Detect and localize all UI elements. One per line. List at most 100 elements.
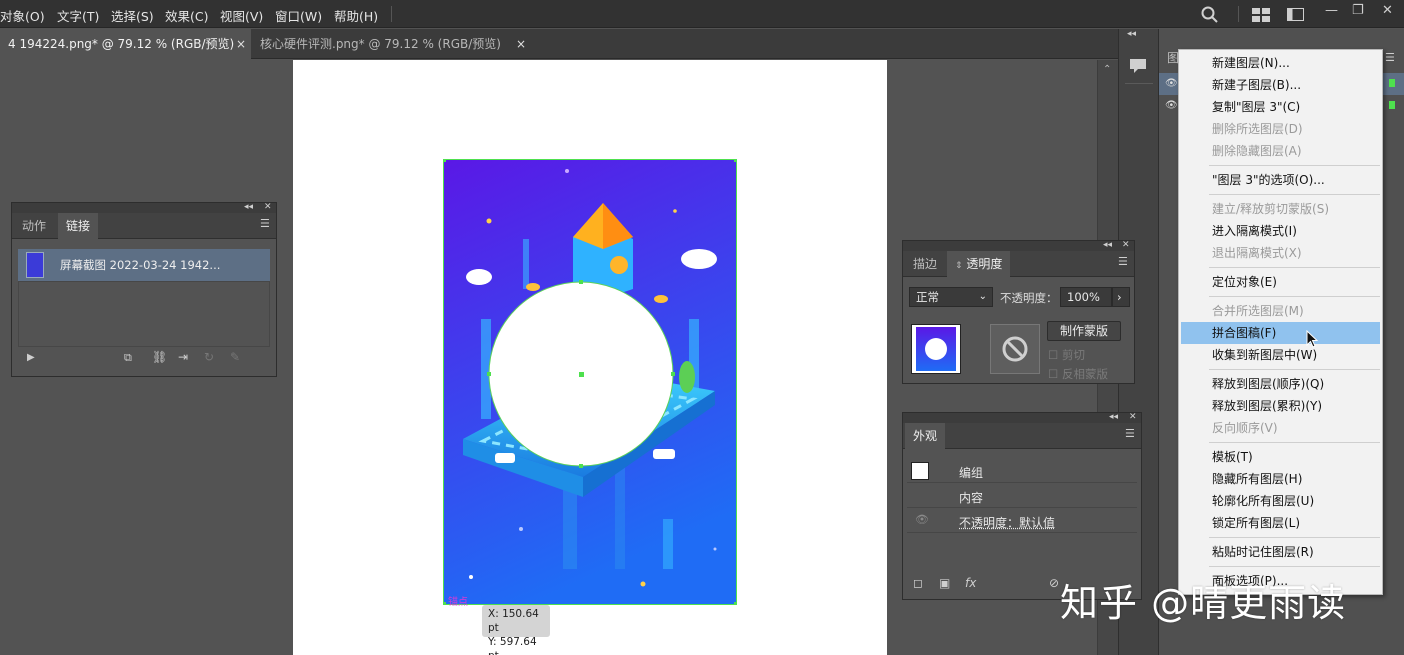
menu-separator (1209, 566, 1380, 567)
menu-item-lock-all-layers[interactable]: 锁定所有图层(L) (1179, 512, 1382, 534)
menu-item-template[interactable]: 模板(T) (1179, 446, 1382, 468)
no-mask-icon (1002, 336, 1028, 362)
tab-actions[interactable]: 动作 (14, 213, 54, 239)
link-item[interactable]: 屏幕截图 2022-03-24 1942... (18, 249, 270, 281)
menu-item-duplicate-layer[interactable]: 复制"图层 3"(C) (1179, 96, 1382, 118)
collapse-panel-icon[interactable]: ◂◂ (1103, 240, 1112, 250)
clip-checkbox: ☐ 剪切 (1048, 348, 1085, 362)
menu-item-enter-isolation[interactable]: 进入隔离模式(I) (1179, 220, 1382, 242)
opacity-arrow-icon[interactable]: › (1112, 287, 1130, 307)
workspace-icon[interactable] (1252, 8, 1270, 22)
menu-item-layer-options[interactable]: "图层 3"的选项(O)... (1179, 169, 1382, 191)
coordinate-tooltip: X: 150.64 pt Y: 597.64 pt (482, 605, 550, 655)
go-to-link-icon[interactable]: ⇥ (178, 350, 188, 364)
links-panel: ◂◂ ✕ 动作 链接 ☰ 屏幕截图 2022-03-24 1942... ▶ ⧉… (11, 202, 277, 377)
menu-item-merge-selected: 合并所选图层(M) (1212, 304, 1304, 318)
panel-menu-icon[interactable]: ☰ (1385, 51, 1395, 64)
clip-label: 剪切 (1061, 348, 1085, 362)
tab-stroke[interactable]: 描边 (905, 251, 945, 277)
blend-mode-select[interactable]: 正常 ⌄ (909, 287, 993, 307)
menu-item-release-build[interactable]: 释放到图层(累积)(Y) (1179, 395, 1382, 417)
menu-item-delete-hidden: 删除隐藏图层(A) (1212, 144, 1302, 158)
make-mask-button[interactable]: 制作蒙版 (1047, 321, 1121, 341)
appearance-row-label[interactable]: 不透明度：默认值 (959, 514, 1055, 531)
link-list-area (18, 281, 270, 347)
mouse-cursor-icon (1306, 330, 1318, 348)
scroll-up-icon[interactable]: ⌃ (1103, 64, 1111, 75)
close-panel-icon[interactable]: ✕ (1122, 240, 1130, 250)
menu-item-hide-all-layers[interactable]: 隐藏所有图层(H) (1179, 468, 1382, 490)
artwork-thumbnail[interactable] (911, 324, 961, 374)
appearance-row-group[interactable]: 编组 (907, 459, 1137, 483)
menu-effect[interactable]: 效果(C) (165, 6, 208, 25)
menu-separator (1209, 194, 1380, 195)
panel-header: ◂◂ ✕ (12, 202, 276, 213)
menu-item-paste-remembers-layers[interactable]: 粘贴时记住图层(R) (1179, 541, 1382, 563)
collapse-dock-icon[interactable]: ◂◂ (1127, 29, 1136, 39)
tab-links[interactable]: 链接 (58, 213, 99, 239)
show-details-icon[interactable]: ▶ (27, 352, 35, 363)
collapse-panel-icon[interactable]: ◂◂ (1109, 412, 1118, 422)
panel-menu-icon[interactable]: ☰ (1125, 428, 1135, 439)
selected-artwork[interactable] (443, 159, 737, 605)
appearance-row-opacity[interactable]: 👁 不透明度：默认值 (907, 509, 1137, 533)
tooltip-y: Y: 597.64 pt (488, 636, 537, 655)
menu-object[interactable]: 对象(O) (0, 6, 45, 25)
menu-divider (1238, 6, 1239, 22)
appearance-row-contents[interactable]: 内容 (907, 484, 1137, 508)
menu-item-collect-in-new-layer[interactable]: 收集到新图层中(W) (1179, 344, 1382, 366)
menu-separator (1209, 369, 1380, 370)
close-panel-icon[interactable]: ✕ (264, 202, 272, 212)
add-new-stroke-icon[interactable]: ◻ (913, 576, 923, 590)
panel-menu-icon[interactable]: ☰ (260, 218, 270, 229)
panel-header: ◂◂ ✕ (903, 412, 1141, 423)
menu-item-locate-object[interactable]: 定位对象(E) (1179, 271, 1382, 293)
panel-tabs: 外观 ☰ (903, 423, 1141, 449)
arrange-documents-icon[interactable] (1287, 8, 1305, 22)
search-icon[interactable] (1201, 6, 1218, 23)
menu-item-delete-selection: 删除所选图层(D) (1212, 122, 1303, 136)
close-icon[interactable]: ✕ (1382, 3, 1393, 18)
menu-view[interactable]: 视图(V) (220, 6, 263, 25)
menu-item-new-layer[interactable]: 新建图层(N)... (1179, 52, 1382, 74)
opacity-input[interactable]: 100% (1060, 287, 1112, 307)
visibility-eye-icon[interactable]: 👁 (1165, 100, 1178, 111)
menu-item-release-sequence[interactable]: 释放到图层(顺序)(Q) (1179, 373, 1382, 395)
appearance-row-label: 内容 (959, 491, 984, 505)
anchor-point-label: 锚点 (448, 597, 468, 608)
visibility-eye-icon[interactable]: 👁 (915, 513, 929, 526)
minimize-icon[interactable]: — (1325, 3, 1338, 18)
relink-from-cc-icon[interactable]: ⧉ (124, 351, 132, 365)
close-panel-icon[interactable]: ✕ (1129, 412, 1137, 422)
collapse-panel-icon[interactable]: ◂◂ (244, 202, 253, 212)
tab-document-2[interactable]: 核心硬件评测.png* @ 79.12 % (RGB/预览) × (252, 29, 532, 59)
tab-close-icon[interactable]: × (516, 29, 526, 59)
restore-icon[interactable]: ❐ (1352, 3, 1364, 18)
clear-appearance-icon[interactable]: ⊘ (1049, 576, 1059, 590)
dock-divider (1125, 83, 1153, 84)
menu-item-flatten-artwork[interactable]: 拼合图稿(F) (1181, 322, 1380, 344)
tab-label: 核心硬件评测.png* @ 79.12 % (RGB/预览) (260, 37, 501, 51)
document-tab-bar: 4 194224.png* @ 79.12 % (RGB/预览) × 核心硬件评… (0, 29, 1118, 59)
chevron-down-icon: ⌄ (978, 291, 987, 302)
tab-document-1[interactable]: 4 194224.png* @ 79.12 % (RGB/预览) × (0, 29, 251, 59)
add-new-fill-icon[interactable]: ▣ (939, 576, 950, 590)
tab-transparency[interactable]: ⇕ 透明度 (947, 251, 1011, 277)
panel-tabs: 描边 ⇕ 透明度 ☰ (903, 251, 1134, 277)
tab-appearance[interactable]: 外观 (905, 423, 946, 449)
menu-item-outline-all-layers[interactable]: 轮廓化所有图层(U) (1179, 490, 1382, 512)
menu-item-new-sublayer[interactable]: 新建子图层(B)... (1179, 74, 1382, 96)
menu-help[interactable]: 帮助(H) (334, 6, 378, 25)
menu-select[interactable]: 选择(S) (111, 6, 154, 25)
visibility-eye-icon[interactable]: 👁 (1165, 78, 1178, 89)
relink-icon[interactable]: ⛓ (152, 350, 167, 364)
menu-type[interactable]: 文字(T) (57, 6, 99, 25)
menu-window[interactable]: 窗口(W) (275, 6, 322, 25)
comments-icon[interactable] (1129, 57, 1147, 75)
layer-color-marker (1389, 79, 1395, 87)
add-new-effect-icon[interactable]: fx (965, 576, 976, 590)
menu-item-exit-isolation: 退出隔离模式(X) (1212, 246, 1302, 260)
tab-close-icon[interactable]: × (236, 29, 246, 59)
thumbnail-circle (925, 338, 947, 360)
panel-menu-icon[interactable]: ☰ (1118, 256, 1128, 267)
